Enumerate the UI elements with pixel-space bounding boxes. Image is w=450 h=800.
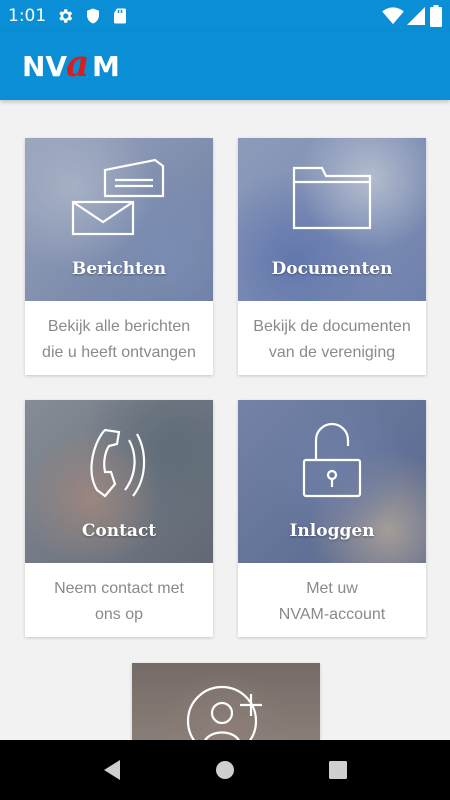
wifi-icon xyxy=(382,7,404,25)
battery-icon xyxy=(430,5,442,27)
settings-icon xyxy=(59,9,73,23)
card-inloggen[interactable]: Inloggen Met uw NVAM-account xyxy=(238,400,426,637)
shield-icon xyxy=(87,8,99,24)
card-photo: Berichten xyxy=(25,138,213,301)
card-description: Bekijk de documenten van de vereniging xyxy=(253,318,411,361)
phone-icon xyxy=(90,428,146,498)
card-photo: Documenten xyxy=(238,138,426,301)
recents-icon[interactable] xyxy=(326,758,350,782)
card-title: Inloggen xyxy=(289,521,375,541)
card-documenten[interactable]: Documenten Bekijk de documenten van de v… xyxy=(238,138,426,375)
home-icon[interactable] xyxy=(213,758,237,782)
card-description: Met uw NVAM-account xyxy=(278,580,386,623)
sd-card-icon xyxy=(114,8,126,24)
card-title: Contact xyxy=(81,521,157,541)
app-bar: NV a M xyxy=(0,32,450,100)
card-title: Berichten xyxy=(71,259,167,279)
lock-icon xyxy=(302,422,362,498)
card-description: Bekijk alle berichten die u heeft ontvan… xyxy=(42,318,196,361)
svg-text:NV: NV xyxy=(22,50,67,82)
back-icon[interactable] xyxy=(100,758,124,782)
card-description: Neem contact met ons op xyxy=(54,580,184,623)
card-photo: Inloggen xyxy=(238,400,426,563)
card-photo: Contact xyxy=(25,400,213,563)
nvam-logo: NV a M xyxy=(22,48,120,82)
card-berichten[interactable]: Berichten Bekijk alle berichten die u he… xyxy=(25,138,213,375)
signal-icon xyxy=(407,7,425,25)
card-contact[interactable]: Contact Neem contact met ons op xyxy=(25,400,213,637)
system-nav-bar xyxy=(0,740,450,800)
envelope-icon xyxy=(71,158,165,236)
card-title: Documenten xyxy=(271,259,393,279)
status-time: 1:01 xyxy=(8,6,47,26)
svg-text:a: a xyxy=(66,48,89,82)
svg-text:M: M xyxy=(92,50,120,82)
folder-icon xyxy=(292,166,372,230)
status-bar: 1:01 xyxy=(0,0,450,32)
